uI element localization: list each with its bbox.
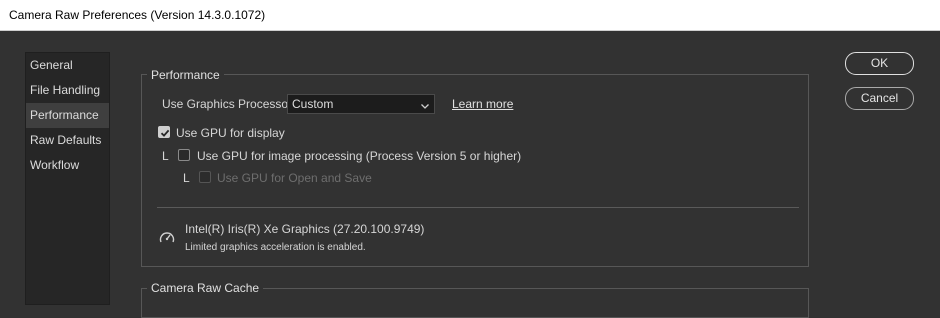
gpu-display-checkbox[interactable] bbox=[158, 126, 170, 138]
performance-group-title: Performance bbox=[147, 68, 224, 82]
sidebar-item-performance[interactable]: Performance bbox=[26, 103, 109, 128]
cancel-button[interactable]: Cancel bbox=[845, 87, 914, 110]
gpu-open-save-indent: L bbox=[183, 171, 190, 185]
checkmark-icon bbox=[160, 129, 170, 137]
preferences-sidebar: General File Handling Performance Raw De… bbox=[25, 52, 110, 305]
section-divider bbox=[157, 207, 799, 208]
sidebar-item-raw-defaults[interactable]: Raw Defaults bbox=[26, 128, 109, 153]
learn-more-link[interactable]: Learn more bbox=[452, 97, 513, 111]
gpu-image-processing-checkbox[interactable] bbox=[178, 149, 190, 161]
sidebar-item-workflow[interactable]: Workflow bbox=[26, 153, 109, 178]
gpu-display-label: Use GPU for display bbox=[176, 126, 285, 140]
sidebar-item-general[interactable]: General bbox=[26, 53, 109, 78]
title-bar: Camera Raw Preferences (Version 14.3.0.1… bbox=[0, 0, 940, 31]
ok-button[interactable]: OK bbox=[845, 52, 914, 75]
window-title: Camera Raw Preferences (Version 14.3.0.1… bbox=[9, 8, 266, 22]
gpu-name: Intel(R) Iris(R) Xe Graphics (27.20.100.… bbox=[185, 222, 425, 236]
camera-raw-cache-title: Camera Raw Cache bbox=[147, 281, 264, 295]
sidebar-item-file-handling[interactable]: File Handling bbox=[26, 78, 109, 103]
gpu-processor-value: Custom bbox=[292, 97, 334, 111]
gpu-image-processing-indent: L bbox=[162, 149, 169, 163]
chevron-down-icon bbox=[420, 98, 430, 116]
gpu-open-save-label: Use GPU for Open and Save bbox=[217, 171, 372, 185]
gauge-icon bbox=[159, 230, 175, 247]
gpu-processor-label: Use Graphics Processor: bbox=[162, 97, 296, 111]
gpu-processor-dropdown[interactable]: Custom bbox=[287, 94, 435, 114]
gpu-image-processing-label: Use GPU for image processing (Process Ve… bbox=[197, 149, 522, 163]
gpu-status: Limited graphics acceleration is enabled… bbox=[185, 242, 366, 253]
gpu-open-save-checkbox[interactable] bbox=[199, 171, 211, 183]
